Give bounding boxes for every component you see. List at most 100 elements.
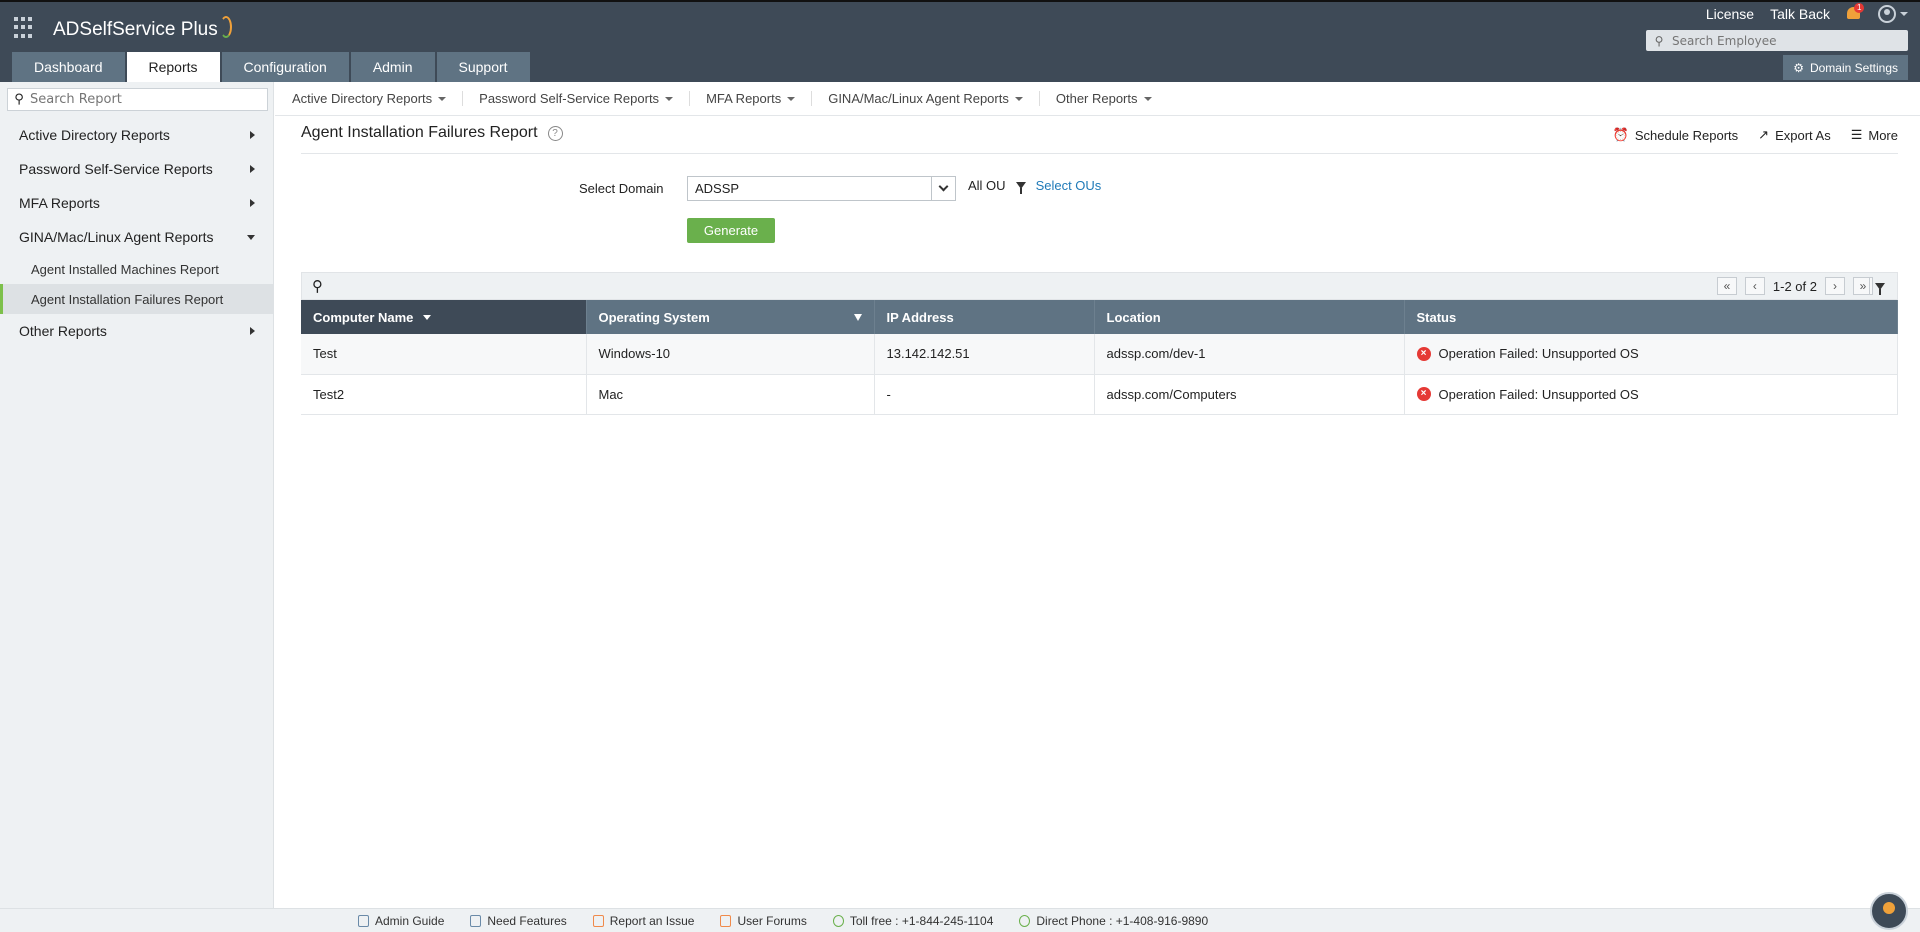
help-icon[interactable]: ?	[547, 125, 563, 141]
status-text: Operation Failed: Unsupported OS	[1438, 386, 1639, 402]
license-link[interactable]: License	[1706, 6, 1754, 22]
user-avatar-icon	[1878, 5, 1896, 23]
sidebar-item-password-self-service[interactable]: Password Self-Service Reports	[0, 152, 274, 186]
forum-icon	[720, 914, 732, 927]
cell-status: × Operation Failed: Unsupported OS	[1404, 374, 1898, 415]
cell-ip-address: -	[874, 374, 1095, 415]
domain-settings-button[interactable]: ⚙ Domain Settings	[1783, 55, 1908, 80]
alarm-clock-icon: ⏰	[1612, 127, 1629, 142]
all-ou-label: All OU	[968, 178, 1006, 193]
sidebar-item-active-directory[interactable]: Active Directory Reports	[0, 118, 274, 152]
sidebar-item-mfa[interactable]: MFA Reports	[0, 186, 274, 220]
subnav-label: MFA Reports	[706, 91, 782, 106]
table-row[interactable]: Test2 Mac - adssp.com/Computers × Operati…	[301, 374, 1898, 415]
chevron-down-icon	[665, 96, 674, 101]
report-title-text: Agent Installation Failures Report	[301, 124, 538, 141]
report-subnav: Active Directory Reports Password Self-S…	[275, 82, 1920, 116]
cell-location: adssp.com/Computers	[1094, 374, 1405, 415]
column-header-status[interactable]: Status	[1404, 300, 1898, 334]
tab-configuration[interactable]: Configuration	[221, 52, 349, 82]
cell-ip-address: 13.142.142.51	[874, 334, 1095, 375]
user-menu[interactable]	[1878, 5, 1908, 23]
more-button[interactable]: ☰ More	[1851, 127, 1898, 143]
footer-label: Need Features	[487, 913, 567, 928]
column-header-computer-name[interactable]: Computer Name	[301, 300, 587, 334]
sidebar-item-label: Other Reports	[19, 323, 107, 339]
table-row[interactable]: Test Windows-10 13.142.142.51 adssp.com/…	[301, 334, 1898, 375]
subnav-label: GINA/Mac/Linux Agent Reports	[828, 91, 1009, 106]
footer: Admin Guide Need Features Report an Issu…	[0, 908, 1920, 932]
select-domain-label: Select Domain	[579, 181, 664, 196]
report-issue-link[interactable]: Report an Issue	[592, 913, 695, 928]
table-toolbar: ⚲ « ‹ 1-2 of 2 › »	[301, 272, 1898, 300]
next-page-button[interactable]: ›	[1825, 277, 1845, 295]
chat-support-icon[interactable]	[1870, 892, 1908, 930]
error-icon: ×	[1416, 346, 1431, 361]
cell-status: × Operation Failed: Unsupported OS	[1404, 334, 1898, 375]
tab-dashboard[interactable]: Dashboard	[12, 52, 125, 82]
top-links: License Talk Back 1	[1706, 3, 1908, 23]
select-ous-link[interactable]: Select OUs	[1036, 178, 1102, 193]
first-page-button[interactable]: «	[1716, 277, 1737, 295]
sidebar-subitem-agent-installation-failures[interactable]: Agent Installation Failures Report	[0, 284, 274, 314]
cell-computer-name: Test2	[301, 374, 587, 415]
employee-search: ⚲	[1646, 30, 1908, 51]
talk-back-link[interactable]: Talk Back	[1770, 6, 1830, 22]
chevron-right-icon	[250, 165, 255, 173]
tab-admin[interactable]: Admin	[350, 52, 435, 82]
page-range: 1-2 of 2	[1772, 278, 1817, 294]
tab-reports[interactable]: Reports	[126, 52, 220, 82]
divider	[301, 153, 1898, 154]
report-search-input[interactable]	[30, 92, 260, 107]
filter-icon	[1015, 182, 1026, 194]
sidebar-subitem-agent-installed-machines[interactable]: Agent Installed Machines Report	[0, 254, 274, 284]
product-logo[interactable]: ADSelfService Plus	[53, 16, 232, 41]
chevron-down-icon	[787, 96, 796, 101]
schedule-reports-button[interactable]: ⏰ Schedule Reports	[1613, 127, 1739, 143]
column-label: Computer Name	[313, 309, 414, 325]
footer-label: Admin Guide	[375, 913, 445, 928]
notification-bell-icon[interactable]: 1	[1846, 3, 1865, 23]
phone-icon	[832, 914, 844, 927]
chevron-down-icon[interactable]	[931, 177, 955, 200]
export-as-label: Export As	[1775, 127, 1831, 143]
more-icon: ☰	[1850, 127, 1863, 142]
column-header-location[interactable]: Location	[1094, 300, 1405, 334]
column-header-operating-system[interactable]: Operating System	[586, 300, 875, 334]
subnav-mfa[interactable]: MFA Reports	[706, 91, 813, 106]
export-icon: ↗	[1758, 127, 1770, 142]
phone-icon	[1019, 914, 1031, 927]
gear-icon: ⚙	[1793, 60, 1804, 75]
prev-page-button[interactable]: ‹	[1744, 277, 1765, 295]
chevron-right-icon	[250, 131, 255, 139]
cell-operating-system: Windows-10	[586, 334, 875, 375]
chevron-right-icon	[250, 327, 255, 335]
column-filter-icon[interactable]	[1869, 277, 1889, 295]
search-icon: ⚲	[14, 92, 24, 107]
tab-support[interactable]: Support	[436, 52, 530, 82]
footer-label: Direct Phone : +1-408-916-9890	[1036, 913, 1209, 928]
app-grid-icon[interactable]	[14, 17, 36, 39]
generate-button[interactable]: Generate	[687, 218, 775, 243]
need-features-link[interactable]: Need Features	[470, 913, 567, 928]
chevron-right-icon	[250, 199, 255, 207]
subnav-password-self-service[interactable]: Password Self-Service Reports	[479, 91, 691, 106]
user-forums-link[interactable]: User Forums	[720, 914, 807, 928]
subnav-gina-agent[interactable]: GINA/Mac/Linux Agent Reports	[828, 91, 1040, 106]
column-label: Operating System	[598, 309, 710, 325]
filter-icon[interactable]	[853, 313, 862, 321]
export-as-button[interactable]: ↗ Export As	[1758, 127, 1831, 143]
cell-location: adssp.com/dev-1	[1094, 334, 1405, 375]
cell-operating-system: Mac	[586, 374, 875, 415]
subnav-other-reports[interactable]: Other Reports	[1056, 91, 1168, 106]
sidebar-item-other-reports[interactable]: Other Reports	[0, 314, 274, 348]
sidebar-item-gina-agent[interactable]: GINA/Mac/Linux Agent Reports	[0, 220, 274, 254]
table-search-icon[interactable]: ⚲	[312, 277, 323, 295]
employee-search-input[interactable]	[1672, 33, 1902, 48]
subnav-active-directory[interactable]: Active Directory Reports	[292, 91, 464, 106]
column-header-ip-address[interactable]: IP Address	[874, 300, 1095, 334]
domain-select[interactable]: ADSSP	[687, 176, 956, 201]
footer-label: Report an Issue	[609, 913, 695, 928]
admin-guide-link[interactable]: Admin Guide	[358, 914, 444, 928]
ou-selector: All OU Select OUs	[968, 178, 1102, 194]
